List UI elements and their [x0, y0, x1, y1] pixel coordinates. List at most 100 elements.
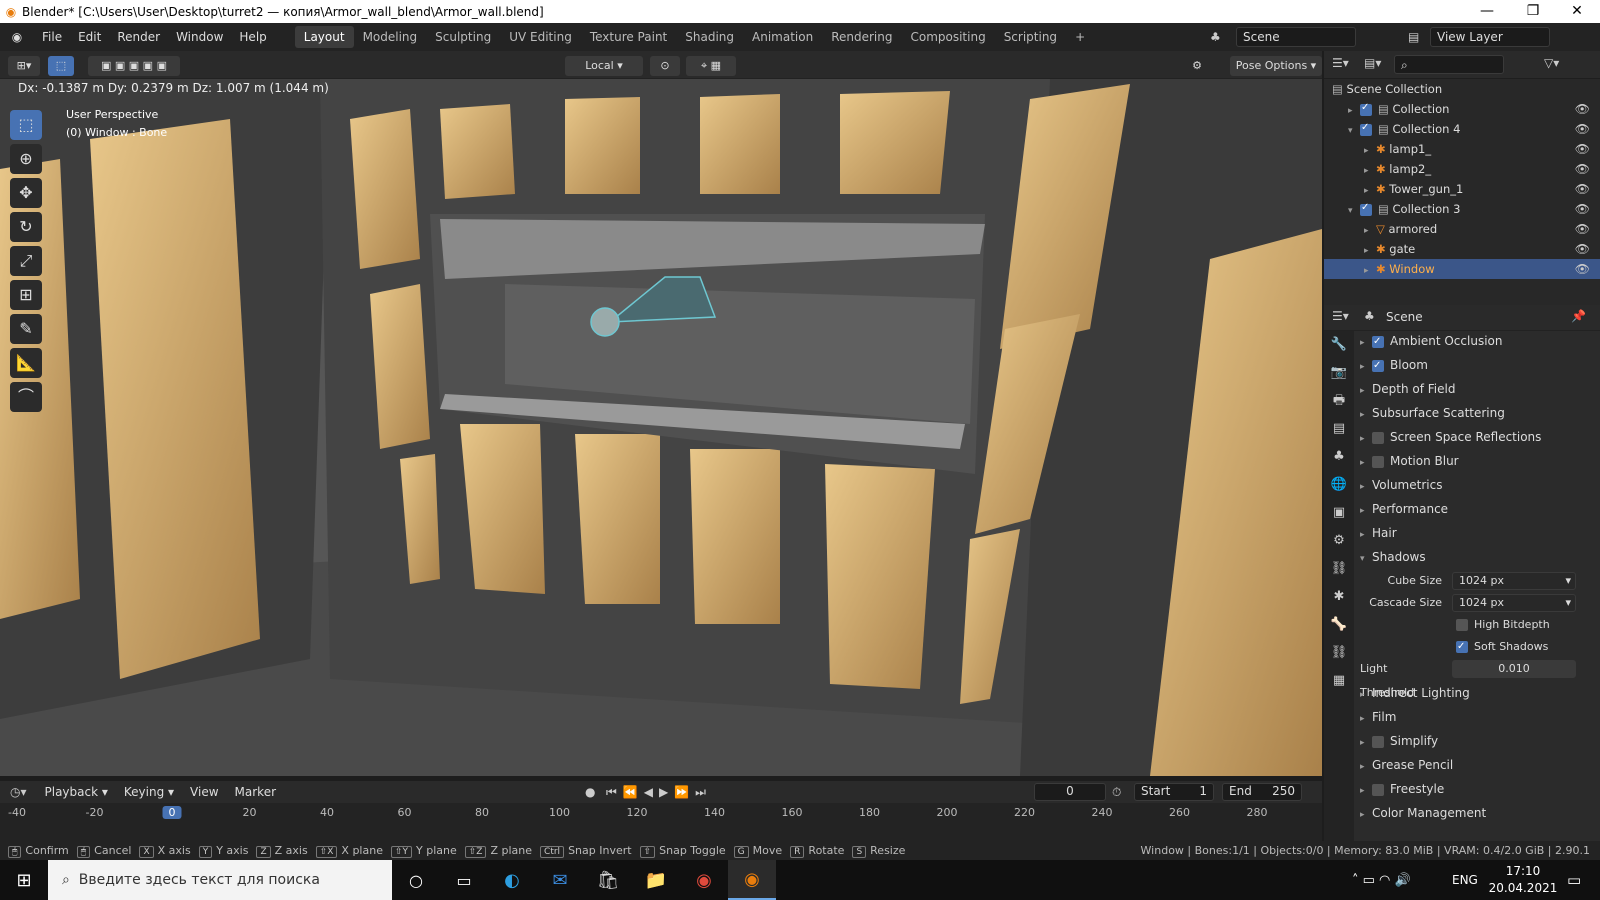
- minimize-button[interactable]: —: [1464, 0, 1510, 23]
- transform-tool-icon[interactable]: ⊞: [10, 280, 42, 310]
- selection-mode-buttons[interactable]: ▣ ▣ ▣ ▣ ▣: [88, 56, 180, 76]
- view-menu[interactable]: View: [182, 785, 226, 799]
- panel-volumetrics[interactable]: ▸ Volumetrics: [1360, 473, 1592, 497]
- properties-editor-type-icon[interactable]: ☰▾: [1332, 309, 1349, 323]
- taskbar-search-box[interactable]: ⌕ Введите здесь текст для поиска: [48, 860, 392, 900]
- visibility-eye-icon[interactable]: 👁: [1575, 119, 1590, 139]
- cube-size-dropdown[interactable]: 1024 px ▾: [1452, 572, 1576, 590]
- outliner-search-input[interactable]: ⌕: [1394, 55, 1504, 74]
- panel-color-management[interactable]: ▸ Color Management: [1360, 801, 1592, 825]
- chrome-icon[interactable]: ◉: [680, 870, 728, 891]
- panel-ambient-occlusion[interactable]: ▸Ambient Occlusion: [1360, 329, 1592, 354]
- panel-performance[interactable]: ▸ Performance: [1360, 497, 1592, 521]
- outliner-item-lamp2[interactable]: ▸ ✱ lamp2_ 👁: [1324, 159, 1600, 179]
- current-frame-field[interactable]: 0: [1034, 783, 1106, 801]
- outliner-item-gate[interactable]: ▸ ✱ gate 👁: [1324, 239, 1600, 259]
- mail-icon[interactable]: ✉: [536, 870, 584, 891]
- menu-file[interactable]: File: [34, 30, 70, 44]
- texture-tab-icon[interactable]: ▦: [1324, 667, 1354, 695]
- bone-tab-icon[interactable]: 🦴: [1324, 611, 1354, 639]
- visibility-eye-icon[interactable]: 👁: [1575, 179, 1590, 199]
- pin-icon[interactable]: 📌: [1571, 309, 1586, 323]
- windows-start-icon[interactable]: ⊞: [0, 870, 48, 891]
- system-tray-icons[interactable]: ˄ ▭ ◠ 🔊: [1352, 873, 1411, 888]
- panel-subsurface-scattering[interactable]: ▸ Subsurface Scattering: [1360, 401, 1592, 425]
- timeline-editor-type-icon[interactable]: ◷▾: [0, 785, 37, 799]
- outliner-item-collection[interactable]: ▸▤ Collection👁: [1324, 98, 1600, 119]
- language-indicator[interactable]: ENG: [1452, 873, 1478, 887]
- view-layer-icon[interactable]: ▤: [1408, 30, 1419, 44]
- panel-screen-space-reflections[interactable]: ▸ Screen Space Reflections: [1360, 425, 1592, 449]
- menu-help[interactable]: Help: [231, 30, 274, 44]
- scene-icon[interactable]: ♣: [1210, 30, 1221, 44]
- object-tab-icon[interactable]: ▣: [1324, 499, 1354, 527]
- output-tab-icon[interactable]: 🖶: [1324, 387, 1354, 415]
- visibility-eye-icon[interactable]: 👁: [1575, 159, 1590, 179]
- pose-options-dropdown[interactable]: Pose Options ▾: [1230, 56, 1322, 76]
- tab-compositing[interactable]: Compositing: [901, 26, 994, 48]
- tab-texture-paint[interactable]: Texture Paint: [581, 26, 676, 48]
- soft-shadows-checkbox[interactable]: Soft Shadows: [1360, 635, 1592, 659]
- filter-icon[interactable]: ▽▾: [1544, 56, 1559, 70]
- panel-shadows[interactable]: ▾ Shadows: [1360, 545, 1592, 569]
- measure-tool-icon[interactable]: 📐: [10, 348, 42, 378]
- close-button[interactable]: ✕: [1554, 0, 1600, 23]
- tab-scripting[interactable]: Scripting: [995, 26, 1066, 48]
- panel-film[interactable]: ▸ Film: [1360, 705, 1592, 729]
- editor-type-button[interactable]: ⊞▾: [8, 56, 40, 76]
- file-explorer-icon[interactable]: 📁: [632, 870, 680, 891]
- bone-constraint-tab-icon[interactable]: ⛓: [1324, 639, 1354, 667]
- roll-tool-icon[interactable]: ⌒: [10, 382, 42, 412]
- tab-uv-editing[interactable]: UV Editing: [500, 26, 581, 48]
- outliner-item-collection-3[interactable]: ▾▤ Collection 3👁: [1324, 198, 1600, 219]
- store-icon[interactable]: 🛍: [584, 870, 632, 891]
- cortana-icon[interactable]: ○: [392, 871, 440, 890]
- panel-freestyle[interactable]: ▸ Freestyle: [1360, 777, 1592, 801]
- playback-menu[interactable]: Playback ▾: [37, 785, 116, 799]
- visibility-eye-icon[interactable]: 👁: [1575, 239, 1590, 259]
- light-threshold-field[interactable]: 0.010: [1452, 660, 1576, 678]
- edge-browser-icon[interactable]: ◐: [488, 870, 536, 891]
- maximize-button[interactable]: ❐: [1510, 0, 1556, 23]
- outliner-item-window[interactable]: ▸ ✱ Window 👁: [1324, 259, 1600, 279]
- snap-icon[interactable]: ⌖ ▦: [686, 56, 736, 76]
- visibility-eye-icon[interactable]: 👁: [1575, 99, 1590, 119]
- scene-tab-icon[interactable]: ♣: [1324, 443, 1354, 471]
- panel-hair[interactable]: ▸ Hair: [1360, 521, 1592, 545]
- 3d-viewport[interactable]: Dx: -0.1387 m Dy: 0.2379 m Dz: 1.007 m (…: [0, 79, 1322, 776]
- select-box-tool-icon[interactable]: ⬚: [10, 110, 42, 140]
- scene-selector[interactable]: Scene: [1236, 27, 1356, 47]
- notifications-icon[interactable]: ▭: [1567, 871, 1581, 889]
- keying-menu[interactable]: Keying ▾: [116, 785, 182, 799]
- outliner-item-tower-gun[interactable]: ▸ ✱ Tower_gun_1 👁: [1324, 179, 1600, 199]
- menu-edit[interactable]: Edit: [70, 30, 109, 44]
- view-layer-selector[interactable]: View Layer: [1430, 27, 1550, 47]
- tab-shading[interactable]: Shading: [676, 26, 743, 48]
- cursor-tool-icon[interactable]: ⊕: [10, 144, 42, 174]
- world-tab-icon[interactable]: 🌐: [1324, 471, 1354, 499]
- blender-taskbar-icon[interactable]: ◉: [728, 860, 776, 900]
- record-icon[interactable]: ●: [585, 785, 595, 799]
- cascade-size-dropdown[interactable]: 1024 px ▾: [1452, 594, 1576, 612]
- outliner-scene-collection[interactable]: ▤ Scene Collection: [1324, 79, 1600, 99]
- tab-modeling[interactable]: Modeling: [354, 26, 427, 48]
- rotate-tool-icon[interactable]: ↻: [10, 212, 42, 242]
- outliner-item-armored[interactable]: ▸ ▽ armored 👁: [1324, 219, 1600, 239]
- tool-tab-icon[interactable]: 🔧: [1324, 331, 1354, 359]
- playback-controls[interactable]: ⏮⏪◀▶⏩⏭: [606, 785, 712, 800]
- blender-menu-icon[interactable]: ◉: [0, 30, 34, 44]
- tab-layout[interactable]: Layout: [294, 26, 354, 48]
- move-tool-icon[interactable]: ✥: [10, 178, 42, 208]
- outliner-item-lamp1[interactable]: ▸ ✱ lamp1_ 👁: [1324, 139, 1600, 159]
- armature-tab-icon[interactable]: ✱: [1324, 583, 1354, 611]
- menu-render[interactable]: Render: [109, 30, 168, 44]
- gizmo-icon[interactable]: ⚙: [1186, 56, 1208, 76]
- outliner-editor-type-icon[interactable]: ☰▾: [1332, 56, 1349, 70]
- menu-window[interactable]: Window: [168, 30, 231, 44]
- end-frame-field[interactable]: End 250: [1222, 783, 1302, 801]
- annotate-tool-icon[interactable]: ✎: [10, 314, 42, 344]
- panel-simplify[interactable]: ▸ Simplify: [1360, 729, 1592, 753]
- panel-grease-pencil[interactable]: ▸ Grease Pencil: [1360, 753, 1592, 777]
- pivot-icon[interactable]: ⊙: [650, 56, 680, 76]
- taskbar-clock[interactable]: 17:10: [1488, 864, 1558, 878]
